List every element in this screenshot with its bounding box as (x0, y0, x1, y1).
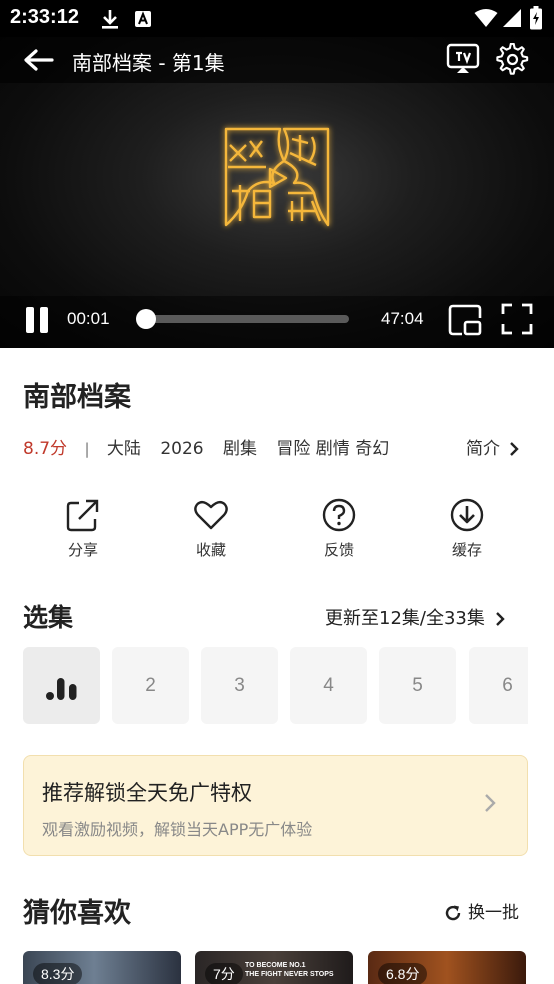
show-title: 南部档案 (23, 382, 131, 413)
cast-to-tv-button[interactable] (446, 43, 480, 75)
region: 大陆 (106, 439, 141, 459)
episode-title: 南部档案 - 第1集 (72, 51, 225, 75)
pip-icon (448, 304, 482, 336)
cache-label: 缓存 (451, 541, 482, 559)
episode-list: 2 3 4 5 6 (23, 647, 528, 724)
episode-item[interactable]: 2 (112, 647, 189, 724)
promo-title: 推荐解锁全天免广特权 (42, 781, 252, 805)
year: 2026 (160, 439, 204, 459)
help-icon (322, 498, 356, 532)
status-time: 2:33:12 (10, 6, 79, 28)
heart-icon (194, 500, 228, 530)
recommend-list: 8.3分 7分 TO BECOME NO.1 THE FIGHT NEVER S… (23, 951, 554, 984)
recommend-card[interactable]: 6.8分 (368, 951, 526, 984)
favorite-button[interactable]: 收藏 (166, 497, 256, 560)
recommend-card[interactable]: 7分 TO BECOME NO.1 THE FIGHT NEVER STOPS (195, 951, 353, 984)
show-meta: 8.7分 | 大陆 2026 剧集 冒险 剧情 奇幻 (23, 434, 390, 459)
share-button[interactable]: 分享 (38, 497, 128, 560)
intro-link[interactable]: 简介 (466, 434, 520, 459)
episodes-update-link[interactable]: 更新至12集/全33集 (325, 604, 505, 630)
ad-free-promo-banner[interactable]: 推荐解锁全天免广特权 观看激励视频，解锁当天APP无广体验 (23, 755, 528, 856)
chevron-right-icon (495, 612, 505, 626)
cellular-icon (502, 8, 522, 32)
intro-label: 简介 (466, 439, 500, 459)
refresh-label: 换一批 (468, 903, 519, 923)
episode-item[interactable]: 6 (469, 647, 528, 724)
picture-in-picture-button[interactable] (447, 302, 483, 338)
share-label: 分享 (67, 541, 98, 559)
download-icon (450, 498, 484, 532)
wifi-icon (474, 8, 498, 32)
download-notification-icon (100, 8, 120, 34)
episodes-title: 选集 (23, 603, 74, 632)
episodes-update-label: 更新至12集/全33集 (325, 608, 485, 629)
gear-icon (496, 42, 529, 75)
chevron-right-icon (510, 442, 520, 456)
fullscreen-button[interactable] (500, 302, 534, 336)
current-time: 00:01 (67, 309, 110, 328)
refresh-button[interactable]: 换一批 (444, 898, 519, 923)
fullscreen-icon (501, 303, 533, 335)
feedback-label: 反馈 (323, 541, 354, 559)
episode-item[interactable]: 4 (290, 647, 367, 724)
tv-icon (446, 43, 480, 73)
player-controls: 00:01 47:04 (0, 296, 554, 348)
cache-button[interactable]: 缓存 (422, 497, 512, 560)
recommend-card[interactable]: 8.3分 (23, 951, 181, 984)
meta-separator: | (84, 440, 90, 458)
type: 剧集 (223, 439, 257, 459)
score: 8.7分 (23, 439, 68, 459)
feedback-button[interactable]: 反馈 (294, 497, 384, 560)
episode-1-playing[interactable] (23, 647, 100, 724)
card-caption: TO BECOME NO.1 THE FIGHT NEVER STOPS (245, 962, 334, 978)
back-button[interactable] (22, 46, 54, 74)
pause-icon (26, 307, 48, 333)
share-icon (66, 499, 99, 532)
channel-logo (224, 127, 330, 227)
playing-indicator-icon (46, 678, 77, 700)
favorite-label: 收藏 (195, 541, 226, 559)
arrow-left-icon (24, 49, 54, 71)
episode-item[interactable]: 5 (379, 647, 456, 724)
video-player[interactable]: 南部档案 - 第1集 00:01 47:04 (0, 37, 554, 348)
progress-thumb[interactable] (136, 309, 156, 329)
promo-subtitle: 观看激励视频，解锁当天APP无广体验 (42, 820, 313, 839)
episode-item[interactable]: 3 (201, 647, 278, 724)
pause-button[interactable] (24, 305, 50, 335)
settings-button[interactable] (496, 42, 530, 77)
action-bar: 分享 收藏 反馈 缓存 (20, 497, 534, 567)
status-bar: 2:33:12 (0, 0, 554, 37)
genres: 冒险 剧情 奇幻 (276, 439, 390, 459)
total-time: 47:04 (381, 309, 424, 328)
chevron-right-icon (485, 794, 496, 812)
card-score: 7分 (205, 963, 243, 984)
card-score: 6.8分 (378, 963, 428, 984)
app-notification-icon (134, 10, 152, 32)
battery-icon (530, 6, 542, 34)
card-score: 8.3分 (33, 963, 83, 984)
refresh-icon (445, 905, 461, 921)
recommend-title: 猜你喜欢 (23, 898, 131, 929)
progress-bar[interactable] (141, 315, 349, 323)
player-top-bar: 南部档案 - 第1集 (0, 37, 554, 83)
